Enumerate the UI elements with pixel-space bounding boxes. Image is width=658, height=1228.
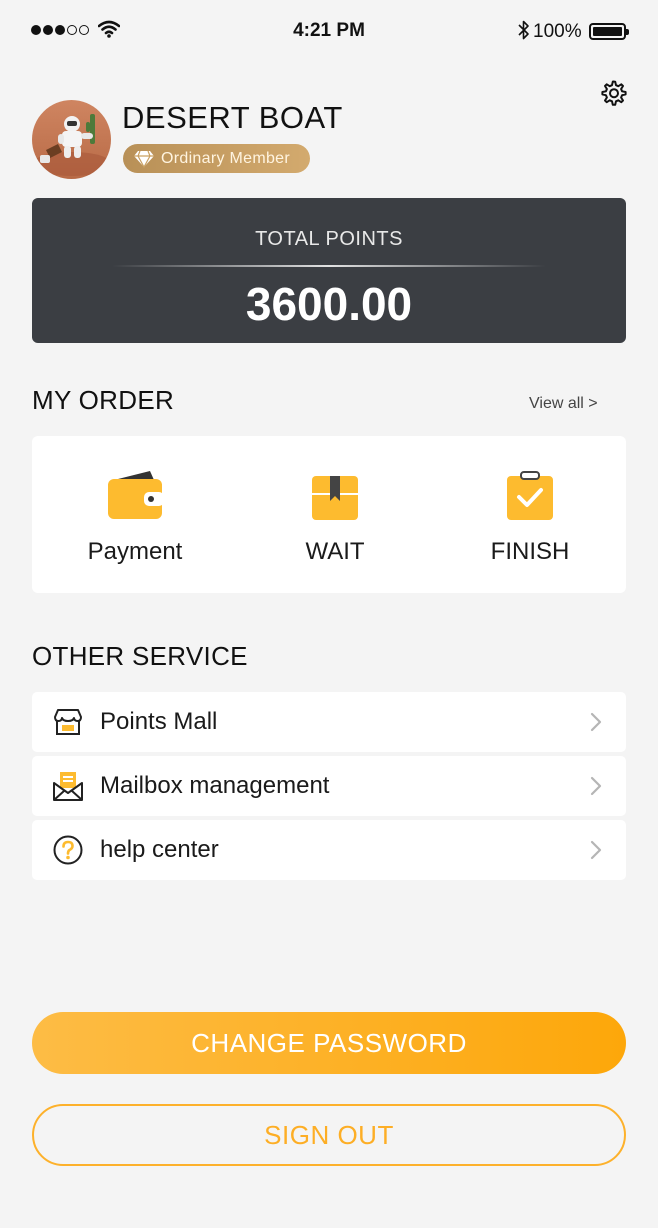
service-mailbox[interactable]: Mailbox management (32, 756, 626, 816)
gear-icon[interactable] (598, 78, 628, 108)
my-order-title: MY ORDER (32, 385, 175, 415)
view-all-link[interactable]: View all > (529, 395, 598, 413)
order-wait[interactable]: WAIT (236, 436, 434, 593)
help-question-icon (53, 835, 83, 865)
battery-icon (589, 23, 629, 40)
wallet-icon (108, 471, 164, 519)
chevron-right-icon (590, 776, 602, 796)
service-mailbox-label: Mailbox management (100, 772, 330, 799)
status-bar: 4:21 PM 100% (0, 0, 658, 62)
diamond-icon (134, 150, 154, 168)
membership-label: Ordinary Member (161, 149, 290, 167)
clipboard-check-icon (507, 471, 553, 520)
order-wait-label: WAIT (305, 538, 365, 565)
profile-name: DESERT BOAT (122, 100, 343, 135)
divider (112, 265, 546, 267)
battery-percent: 100% (533, 21, 582, 42)
service-points-mall[interactable]: Points Mall (32, 692, 626, 752)
bluetooth-icon (518, 20, 529, 40)
service-points-mall-label: Points Mall (100, 708, 218, 735)
order-payment-label: Payment (87, 538, 183, 565)
other-service-title: OTHER SERVICE (32, 641, 248, 671)
sign-out-button[interactable]: SIGN OUT (32, 1104, 626, 1166)
order-payment[interactable]: Payment (36, 436, 234, 593)
service-help-center-label: help center (100, 836, 219, 863)
total-points-card[interactable]: TOTAL POINTS 3600.00 (32, 198, 626, 343)
chevron-right-icon (590, 712, 602, 732)
mailbox-icon (53, 772, 83, 801)
membership-badge: Ordinary Member (123, 144, 310, 173)
total-points-value: 3600.00 (245, 278, 413, 330)
chevron-right-icon (590, 840, 602, 860)
order-card: Payment WAIT FINISH (32, 436, 626, 593)
avatar[interactable] (32, 100, 111, 179)
service-help-center[interactable]: help center (32, 820, 626, 880)
order-finish[interactable]: FINISH (431, 436, 629, 593)
store-icon (54, 709, 82, 735)
package-box-icon (312, 476, 358, 520)
change-password-button[interactable]: CHANGE PASSWORD (32, 1012, 626, 1074)
total-points-label: TOTAL POINTS (255, 228, 403, 250)
order-finish-label: FINISH (490, 538, 570, 565)
